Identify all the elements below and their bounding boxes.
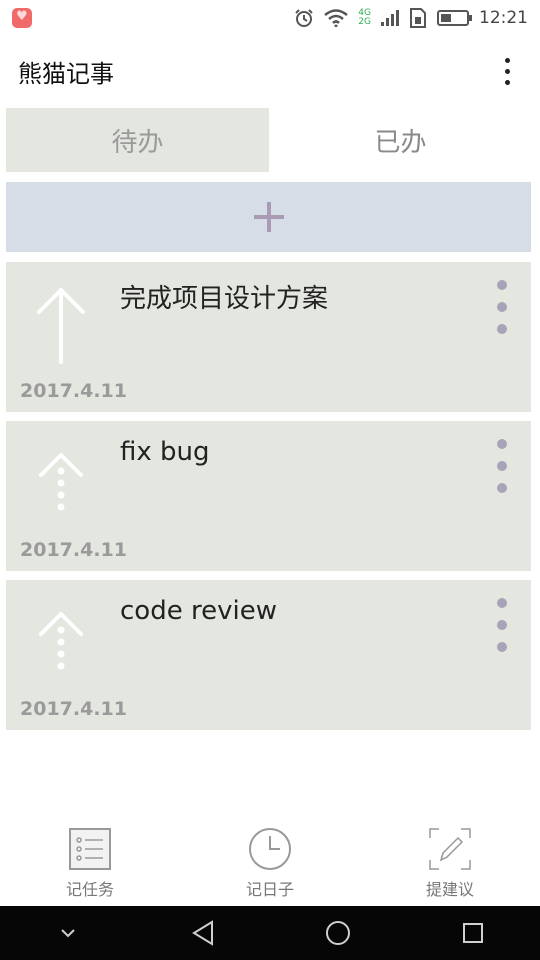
task-menu-button[interactable] [495, 598, 509, 652]
nav-item-tasks[interactable]: 记任务 [0, 826, 180, 906]
recents-button[interactable] [453, 913, 493, 953]
more-vert-icon [497, 598, 507, 608]
edit-pen-icon [429, 828, 471, 870]
notification-app-icon [12, 8, 32, 28]
recents-square-icon [462, 923, 483, 943]
back-triangle-icon [191, 920, 213, 946]
arrow-up-solid-icon [37, 288, 85, 364]
nav-item-feedback[interactable]: 提建议 [360, 826, 540, 906]
add-task-button[interactable] [6, 182, 531, 252]
task-title: code review [120, 596, 277, 626]
arrow-up-dotted-icon [39, 453, 83, 511]
battery-fill [441, 14, 451, 22]
home-button[interactable] [318, 913, 358, 953]
network-type-indicator: 4G 2G [358, 9, 371, 27]
task-card[interactable]: code review 2017.4.11 [6, 580, 531, 730]
network-bottom-label: 2G [358, 17, 371, 27]
wifi-icon [324, 9, 349, 27]
nav-item-days[interactable]: 记日子 [180, 826, 360, 906]
system-nav-bar [0, 906, 540, 960]
alarm-icon [295, 9, 314, 27]
more-vert-icon [497, 280, 507, 290]
nav-label: 记任务 [65, 880, 114, 899]
tab-todo[interactable]: 待办 [6, 108, 269, 172]
task-title: 完成项目设计方案 [120, 284, 329, 314]
back-button[interactable] [183, 913, 223, 953]
status-bar: 4G 2G 12:21 [0, 0, 540, 36]
nav-label: 提建议 [425, 880, 474, 899]
app-title: 熊猫记事 [18, 59, 114, 88]
tab-bar: 待办 已办 [6, 108, 532, 172]
overflow-menu-button[interactable] [492, 51, 522, 91]
home-circle-icon [325, 921, 350, 945]
battery-icon [437, 10, 472, 26]
task-date: 2017.4.11 [20, 539, 127, 561]
sim-icon [410, 8, 426, 28]
more-vert-icon [497, 439, 507, 449]
task-date: 2017.4.11 [20, 380, 127, 402]
signal-icon [381, 10, 399, 26]
task-title: fix bug [120, 437, 210, 467]
arrow-up-dotted-icon [39, 612, 83, 670]
task-list: 完成项目设计方案 2017.4.11 fix bug 2017.4.11 cod… [6, 262, 531, 739]
app-bar: 熊猫记事 [0, 36, 540, 106]
task-card[interactable]: 完成项目设计方案 2017.4.11 [6, 262, 531, 412]
status-time: 12:21 [479, 8, 528, 28]
clock-icon [249, 828, 291, 870]
task-menu-button[interactable] [495, 439, 509, 493]
nav-label: 记日子 [245, 880, 294, 899]
more-vert-icon [504, 57, 510, 63]
task-card[interactable]: fix bug 2017.4.11 [6, 421, 531, 571]
task-menu-button[interactable] [495, 280, 509, 334]
plus-icon [253, 202, 284, 232]
chevron-down-icon [60, 929, 75, 938]
bottom-nav: 记任务 记日子 提建议 [0, 826, 540, 906]
checklist-icon [69, 828, 111, 870]
hide-nav-button[interactable] [48, 913, 88, 953]
tab-done[interactable]: 已办 [269, 108, 532, 172]
screen: 4G 2G 12:21 熊猫记事 待办 已办 [0, 0, 540, 960]
status-icons: 4G 2G 12:21 [294, 8, 528, 28]
task-date: 2017.4.11 [20, 698, 127, 720]
